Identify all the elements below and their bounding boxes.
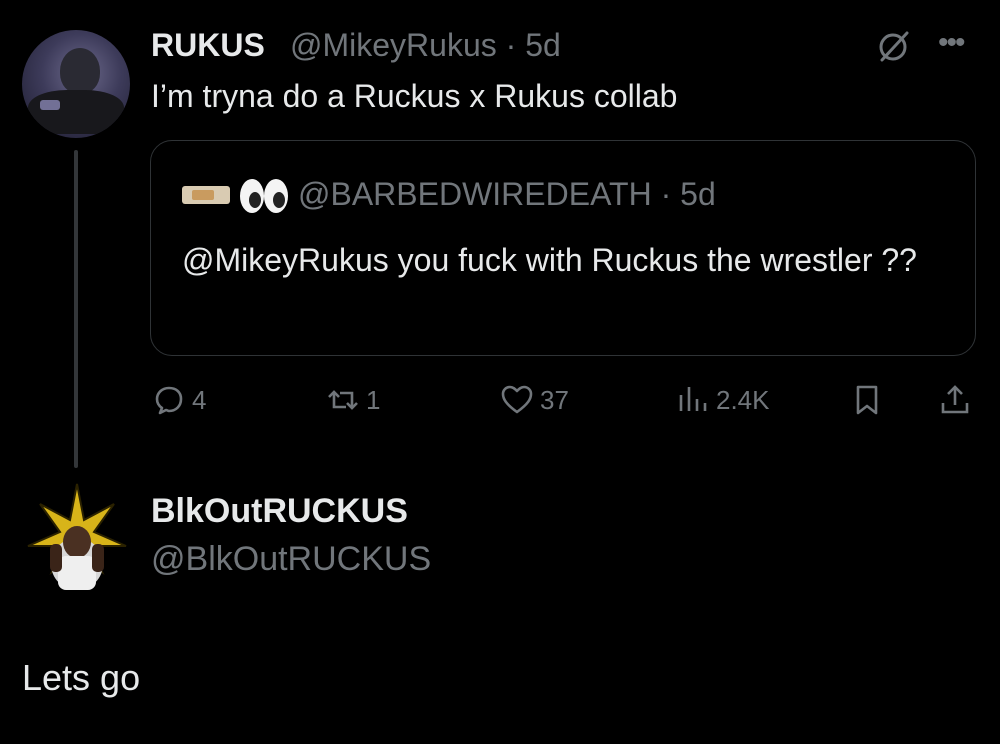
repost-icon (328, 390, 358, 410)
avatar-figure-head (60, 48, 100, 94)
reply-text: Lets go (22, 657, 141, 698)
reply-count: 4 (192, 384, 207, 415)
avatar-light (40, 100, 60, 110)
like-count: 37 (540, 384, 569, 415)
flag-emoji-icon (182, 186, 230, 204)
repost-button[interactable]: 1 (326, 380, 380, 420)
tweet-text: I’m tryna do a Ruckus x Rukus collab (151, 78, 678, 114)
like-button[interactable]: 37 (500, 380, 569, 420)
eyes-emoji-icon (240, 179, 288, 213)
like-icon (501, 385, 533, 414)
repost-count: 1 (366, 384, 381, 415)
thread-connector-line (74, 150, 78, 468)
reply-author-name[interactable]: BlkOutRUCKUS (151, 492, 408, 531)
bookmark-icon (856, 385, 878, 415)
grok-icon[interactable] (876, 28, 912, 64)
avatar-figure-body (28, 90, 124, 134)
reply-author-avatar[interactable] (22, 480, 132, 592)
reply-author-handle[interactable]: @BlkOutRUCKUS (151, 540, 431, 579)
reply-button[interactable]: 4 (152, 380, 206, 420)
more-icon[interactable]: ••• (938, 28, 978, 58)
share-icon (941, 385, 969, 414)
share-button[interactable] (938, 380, 972, 420)
bookmark-button[interactable] (850, 380, 884, 420)
author-avatar[interactable] (22, 30, 130, 138)
author-handle-time[interactable]: @MikeyRukus · 5d (290, 27, 561, 64)
views-button[interactable]: 2.4K (676, 380, 770, 420)
views-icon (679, 387, 707, 411)
quote-handle-time[interactable]: @BARBEDWIREDEATH · 5d (298, 176, 716, 213)
quote-text: @MikeyRukus you fuck with Ruckus the wre… (182, 242, 917, 278)
author-name[interactable]: RUKUS (151, 27, 265, 64)
reply-icon (155, 386, 183, 415)
views-count: 2.4K (716, 384, 770, 415)
